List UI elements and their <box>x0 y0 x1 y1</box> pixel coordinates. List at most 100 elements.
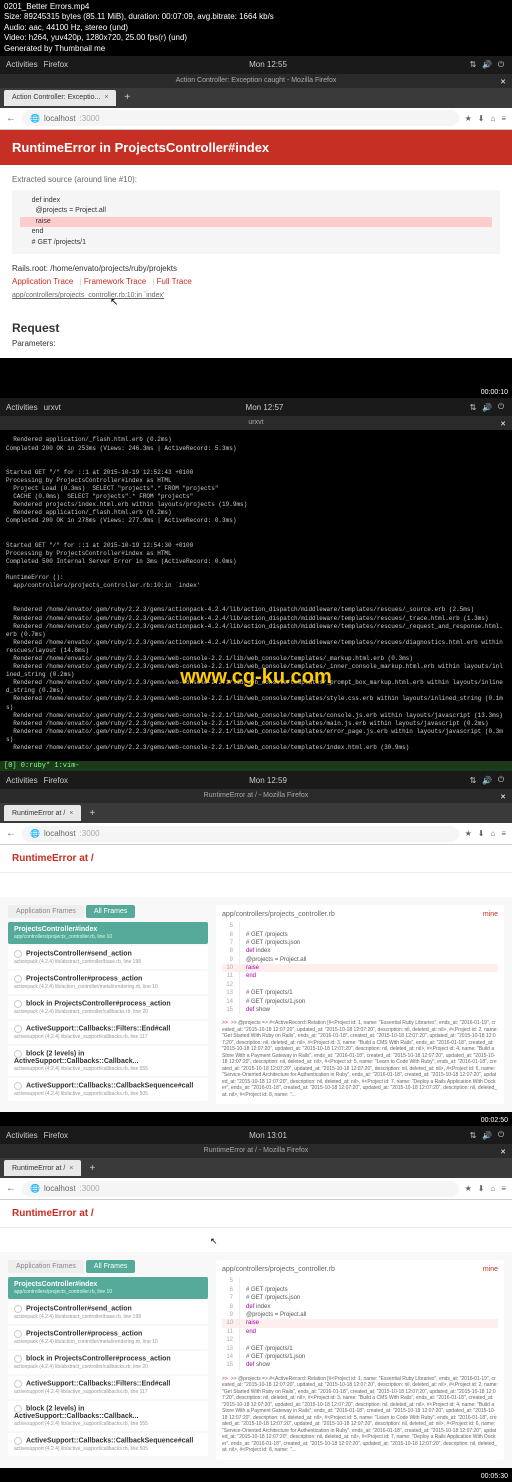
network-icon[interactable]: ⇅ <box>468 402 478 412</box>
stack-frame[interactable]: ProjectsController#send_actionactionpack… <box>8 946 208 969</box>
tab-label: RuntimeError at / <box>12 1165 65 1172</box>
cursor-icon: ↖ <box>210 1236 218 1247</box>
cursor-icon: ↖ <box>110 297 118 308</box>
stack-frame[interactable]: ActiveSupport::Callbacks::CallbackSequen… <box>8 1433 208 1456</box>
full-trace-link[interactable]: Full Trace <box>157 277 192 286</box>
video-timestamp-3: 00:05:30 <box>481 1473 508 1480</box>
rails-root: Rails.root: /home/envato/projects/ruby/p… <box>12 264 500 273</box>
home-icon[interactable]: ⌂ <box>490 1184 495 1193</box>
app-trace-link[interactable]: Application Trace <box>12 277 73 286</box>
new-tab-button[interactable]: + <box>120 92 134 103</box>
address-input[interactable]: 🌐 localhost:3000 <box>22 1181 459 1197</box>
network-icon[interactable]: ⇅ <box>468 60 478 70</box>
stack-frame[interactable]: ProjectsController#send_actionactionpack… <box>8 1301 208 1324</box>
tab-close-icon[interactable]: × <box>69 1165 73 1172</box>
app-frames-tab[interactable]: Application Frames <box>8 1260 84 1273</box>
tab-strip-3: RuntimeError at / × + <box>0 803 512 823</box>
gnome-topbar-4: ActivitiesFirefox Mon 13:01 ⇅ 🔊 ⏻ <box>0 1126 512 1144</box>
activities[interactable]: Activities <box>6 776 38 785</box>
stack-frame[interactable]: block (2 levels) in ActiveSupport::Callb… <box>8 1401 208 1431</box>
new-tab-button[interactable]: + <box>85 1163 99 1174</box>
extracted-label: Extracted source (around line #10): <box>12 175 500 184</box>
stack-frame[interactable]: ProjectsController#process_actionactionp… <box>8 971 208 994</box>
network-icon[interactable]: ⇅ <box>468 775 478 785</box>
address-input[interactable]: 🌐 localhost:3000 <box>22 110 459 126</box>
download-icon[interactable]: ⬇ <box>478 829 485 838</box>
fw-trace-link[interactable]: Framework Trace <box>84 277 146 286</box>
gnome-topbar-3: ActivitiesFirefox Mon 12:59 ⇅ 🔊 ⏻ <box>0 771 512 789</box>
power-icon[interactable]: ⏻ <box>496 775 506 785</box>
window-title-3: RuntimeError at / - Mozilla Firefox ✕ <box>0 789 512 803</box>
reader-icon[interactable]: ★ <box>465 1184 472 1193</box>
activities[interactable]: Activities <box>6 1131 38 1140</box>
power-icon[interactable]: ⏻ <box>496 1130 506 1140</box>
frame-gap-1: 00:00:10 <box>0 358 512 398</box>
reader-icon[interactable]: ★ <box>465 114 472 123</box>
stack-frame[interactable]: block (2 levels) in ActiveSupport::Callb… <box>8 1046 208 1076</box>
stack-frame[interactable]: ProjectsController#indexapp/controllers/… <box>8 1277 208 1299</box>
close-icon[interactable]: ✕ <box>498 418 508 428</box>
volume-icon[interactable]: 🔊 <box>482 775 492 785</box>
editor-link[interactable]: mine <box>483 911 498 918</box>
close-icon[interactable]: ✕ <box>498 1146 508 1156</box>
stack-frame[interactable]: block in ProjectsController#process_acti… <box>8 1351 208 1374</box>
stack-frame[interactable]: ActiveSupport::Callbacks::CallbackSequen… <box>8 1078 208 1101</box>
repl-output[interactable]: >> >> @projects => #<ActiveRecord::Relat… <box>222 1020 498 1098</box>
back-icon[interactable]: ← <box>6 828 16 839</box>
volume-icon[interactable]: 🔊 <box>482 402 492 412</box>
stack-frame[interactable]: ProjectsController#indexapp/controllers/… <box>8 922 208 944</box>
reader-icon[interactable]: ★ <box>465 829 472 838</box>
globe-icon: 🌐 <box>30 1184 40 1193</box>
close-icon[interactable]: ✕ <box>498 791 508 801</box>
better-errors-page-1: RuntimeError at / Application Frames All… <box>0 845 512 1112</box>
stack-frame[interactable]: ActiveSupport::Callbacks::Filters::End#c… <box>8 1021 208 1044</box>
url-bar-1: ← 🌐 localhost:3000 ★ ⬇ ⌂ ≡ <box>0 108 512 130</box>
download-icon[interactable]: ⬇ <box>478 114 485 123</box>
trace-entry[interactable]: app/controllers/projects_controller.rb:1… <box>12 292 500 299</box>
activities[interactable]: Activities <box>6 60 38 69</box>
menu-icon[interactable]: ≡ <box>501 1184 506 1193</box>
menu-icon[interactable]: ≡ <box>501 114 506 123</box>
volume-icon[interactable]: 🔊 <box>482 1130 492 1140</box>
browser-tab[interactable]: Action Controller: Exceptio... × <box>4 90 116 106</box>
menu-icon[interactable]: ≡ <box>501 829 506 838</box>
browser-tab[interactable]: RuntimeError at / × <box>4 1160 81 1176</box>
clock: Mon 13:01 <box>249 1131 287 1140</box>
all-frames-tab[interactable]: All Frames <box>86 905 135 918</box>
url-host: localhost <box>44 114 76 123</box>
browser-tab[interactable]: RuntimeError at / × <box>4 805 81 821</box>
file-audio: Audio: aac, 44100 Hz, stereo (und) <box>4 23 508 33</box>
stack-frame[interactable]: ProjectsController#process_actionactionp… <box>8 1326 208 1349</box>
address-input[interactable]: 🌐 localhost:3000 <box>22 826 459 842</box>
download-icon[interactable]: ⬇ <box>478 1184 485 1193</box>
home-icon[interactable]: ⌂ <box>490 829 495 838</box>
volume-icon[interactable]: 🔊 <box>482 60 492 70</box>
stack-frame[interactable]: block in ProjectsController#process_acti… <box>8 996 208 1019</box>
video-timestamp-1: 00:00:10 <box>481 389 508 396</box>
editor-link[interactable]: mine <box>483 1266 498 1273</box>
power-icon[interactable]: ⏻ <box>496 402 506 412</box>
be-error-title: RuntimeError at / <box>12 853 94 864</box>
tab-close-icon[interactable]: × <box>69 810 73 817</box>
home-icon[interactable]: ⌂ <box>490 114 495 123</box>
app-frames-tab[interactable]: Application Frames <box>8 905 84 918</box>
request-heading: Request <box>12 321 500 335</box>
clock: Mon 12:57 <box>246 403 284 412</box>
code-panel: app/controllers/projects_controller.rbmi… <box>216 905 504 1104</box>
url-port: :3000 <box>80 114 100 123</box>
all-frames-tab[interactable]: All Frames <box>86 1260 135 1273</box>
code-panel: app/controllers/projects_controller.rbmi… <box>216 1260 504 1459</box>
activities[interactable]: Activities <box>6 403 38 412</box>
repl-output[interactable]: >> >> @projects => #<ActiveRecord::Relat… <box>222 1376 498 1454</box>
tab-close-icon[interactable]: × <box>104 94 108 101</box>
power-icon[interactable]: ⏻ <box>496 60 506 70</box>
back-icon[interactable]: ← <box>6 1183 16 1194</box>
source-extract: def index @projects = Project.all raise … <box>12 190 500 255</box>
stack-frame[interactable]: ActiveSupport::Callbacks::Filters::End#c… <box>8 1376 208 1399</box>
error-title: RuntimeError in ProjectsController#index <box>0 130 512 165</box>
file-video: Video: h264, yuv420p, 1280x720, 25.00 fp… <box>4 33 508 43</box>
close-icon[interactable]: ✕ <box>498 76 508 86</box>
back-icon[interactable]: ← <box>6 113 16 124</box>
new-tab-button[interactable]: + <box>85 808 99 819</box>
network-icon[interactable]: ⇅ <box>468 1130 478 1140</box>
